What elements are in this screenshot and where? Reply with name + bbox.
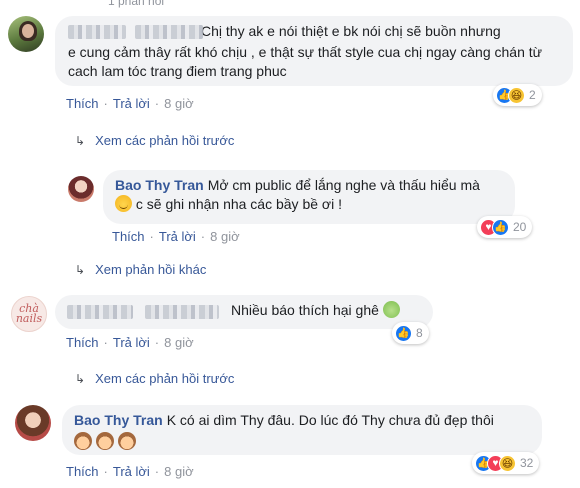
comment-bubble: Chị thy ak e nói thiệt e bk nói chị sẽ b… <box>55 16 573 86</box>
haha-icon: 😆 <box>508 86 525 104</box>
avatar[interactable] <box>8 16 44 52</box>
comment-actions: Thích · Trả lời · 8 giờ <box>66 464 194 479</box>
comment-text: Nhiều báo thích hại ghê <box>231 302 379 318</box>
reply-link[interactable]: Trả lời <box>113 464 150 479</box>
reply-link[interactable]: Trả lời <box>159 229 196 244</box>
face-emoji-icon <box>118 432 136 450</box>
commenter-name[interactable]: Bao Thy Tran <box>115 177 204 193</box>
timestamp[interactable]: 8 giờ <box>164 335 194 350</box>
reaction-count: 8 <box>416 326 423 340</box>
reaction-count: 20 <box>513 220 527 234</box>
reaction-summary[interactable]: ♥ 👍 20 <box>477 216 533 238</box>
reaction-summary[interactable]: 👍 😆 2 <box>493 84 542 106</box>
like-icon: 👍 <box>492 218 509 236</box>
comment-text: K có ai dìm Thy đâu. Do lúc đó Thy chưa … <box>166 412 494 428</box>
face-emoji-icon <box>74 432 92 450</box>
reply-link[interactable]: Trả lời <box>113 96 150 111</box>
blurred-commenter-name <box>135 25 203 39</box>
haha-icon: 😆 <box>499 454 516 472</box>
comment-text: Chị thy ak e nói thiệt e bk nói chị sẽ b… <box>201 23 501 39</box>
avatar[interactable]: chà nails <box>11 296 47 332</box>
timestamp[interactable]: 8 giờ <box>210 229 240 244</box>
reply-arrow-icon: ↳ <box>75 263 86 277</box>
reply-arrow-icon: ↳ <box>75 372 86 386</box>
face-emoji-icon <box>96 432 114 450</box>
avatar[interactable] <box>15 405 51 441</box>
smile-emoji-icon <box>115 195 132 212</box>
blurred-commenter-name <box>67 305 133 319</box>
like-link[interactable]: Thích <box>66 96 99 111</box>
comment-bubble: Bao Thy Tran Mở cm public để lắng nghe và… <box>103 170 515 224</box>
view-previous-replies[interactable]: ↳ Xem các phản hồi trước <box>75 371 234 386</box>
like-link[interactable]: Thích <box>66 335 99 350</box>
commenter-name[interactable]: Bao Thy Tran <box>74 412 163 428</box>
blurred-commenter-name <box>68 25 126 39</box>
like-link[interactable]: Thích <box>66 464 99 479</box>
like-link[interactable]: Thích <box>112 229 145 244</box>
comment-actions: Thích · Trả lời · 8 giờ <box>112 229 240 244</box>
avatar[interactable] <box>68 176 94 202</box>
blurred-commenter-name <box>145 305 219 319</box>
comment-bubble: Nhiều báo thích hại ghê <box>55 295 433 329</box>
view-previous-replies[interactable]: ↳ Xem các phản hồi trước <box>75 133 234 148</box>
comment-bubble: Bao Thy Tran K có ai dìm Thy đâu. Do lúc … <box>62 405 542 455</box>
reply-link[interactable]: Trả lời <box>113 335 150 350</box>
timestamp[interactable]: 8 giờ <box>164 96 194 111</box>
previous-replies-fragment[interactable]: 1 phản hồi <box>108 0 164 8</box>
reaction-count: 32 <box>520 456 534 470</box>
reply-arrow-icon: ↳ <box>75 134 86 148</box>
sweat-emoji-icon <box>382 301 400 318</box>
reaction-summary[interactable]: 👍 8 <box>392 322 429 344</box>
like-icon: 👍 <box>395 324 412 342</box>
comment-text: e cung cảm thây rất khó chịu , e thật sự… <box>68 44 543 79</box>
comment-text: c sẽ ghi nhận nha các bầy bề ơi ! <box>135 196 342 212</box>
timestamp[interactable]: 8 giờ <box>164 464 194 479</box>
comment-text: Mở cm public để lắng nghe và thấu hiểu m… <box>207 177 480 193</box>
comment-actions: Thích · Trả lời · 8 giờ <box>66 335 194 350</box>
avatar-logo-text: nails <box>15 312 43 325</box>
reaction-summary[interactable]: 👍 ♥ 😆 32 <box>472 452 540 474</box>
comment-actions: Thích · Trả lời · 8 giờ <box>66 96 194 111</box>
reaction-count: 2 <box>529 88 536 102</box>
view-more-replies[interactable]: ↳ Xem phản hồi khác <box>75 262 206 277</box>
